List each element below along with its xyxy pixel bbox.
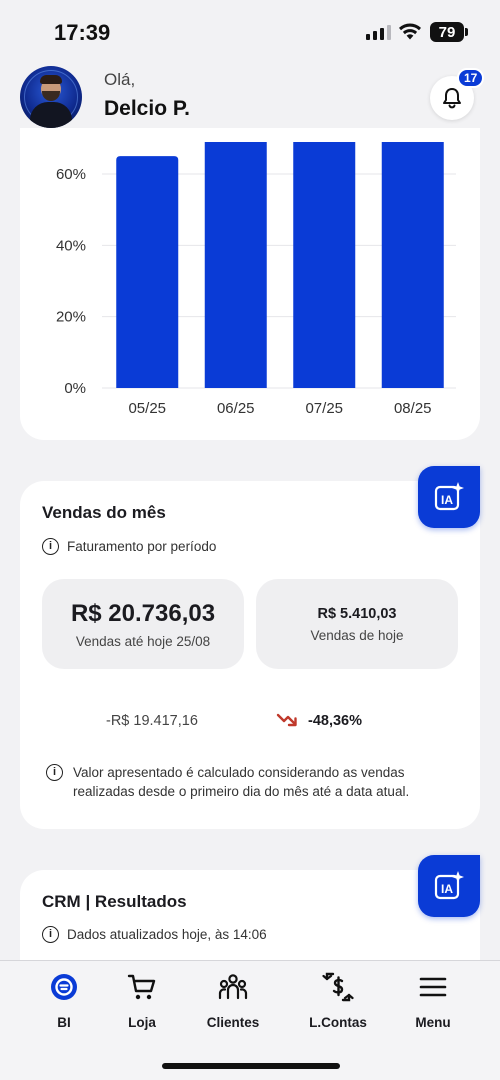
ledger-icon <box>322 972 354 1002</box>
difference-value: -R$ 19.417,16 <box>106 713 198 729</box>
today-sales-box[interactable]: R$ 5.410,03 Vendas de hoje <box>256 579 458 669</box>
y-tick-label: 60% <box>56 166 86 183</box>
crm-card-subtitle: Dados atualizados hoje, às 14:06 <box>67 927 267 942</box>
difference-percent: -48,36% <box>308 713 363 729</box>
x-tick-label: 08/25 <box>394 400 432 417</box>
bar[interactable] <box>381 142 444 388</box>
nav-item-clientes[interactable]: Clientes <box>188 971 278 1030</box>
nav-label: BI <box>57 1015 71 1030</box>
nav-item-menu[interactable]: Menu <box>388 971 478 1030</box>
bell-icon <box>443 88 461 109</box>
nav-item-loja[interactable]: Loja <box>97 971 187 1030</box>
people-icon <box>218 974 248 1000</box>
nav-label: L.Contas <box>309 1015 367 1030</box>
x-tick-label: 06/25 <box>217 400 255 417</box>
today-sales-label: Vendas de hoje <box>310 627 404 643</box>
month-sales-value: R$ 20.736,03 <box>70 599 216 627</box>
nav-label: Loja <box>128 1015 156 1030</box>
svg-text:IA: IA <box>441 493 453 507</box>
ai-sparkle-icon: IA <box>434 871 464 900</box>
sales-card-subtitle-row: i Faturamento por período <box>42 538 216 555</box>
sales-note-text: Valor apresentado é calculado consideran… <box>73 765 410 799</box>
status-bar: 17:39 79 <box>0 0 500 62</box>
nav-item-lcontas[interactable]: L.Contas <box>293 971 383 1030</box>
info-icon: i <box>42 538 59 555</box>
bottom-nav: BI Loja Clientes L.Contas Menu <box>0 960 500 1080</box>
today-sales-value: R$ 5.410,03 <box>317 605 397 622</box>
cart-icon <box>127 974 156 1000</box>
trend-down-icon <box>276 713 297 727</box>
status-time: 17:39 <box>54 20 111 45</box>
nav-item-bi[interactable]: BI <box>19 971 109 1030</box>
bar[interactable] <box>116 156 179 388</box>
ai-insights-button[interactable]: IA <box>418 855 480 917</box>
bar[interactable] <box>204 142 267 388</box>
sales-card-title: Vendas do mês <box>42 503 166 522</box>
y-tick-label: 0% <box>64 380 86 397</box>
greeting: Olá, <box>104 70 136 89</box>
ai-sparkle-icon: IA <box>434 482 464 511</box>
y-tick-label: 40% <box>56 237 86 254</box>
bi-icon <box>51 974 77 1000</box>
sales-note: i Valor apresentado é calculado consider… <box>46 763 466 801</box>
y-tick-label: 20% <box>56 309 86 326</box>
sales-card-subtitle: Faturamento por período <box>67 539 217 554</box>
ai-insights-button[interactable]: IA <box>418 466 480 528</box>
bar[interactable] <box>293 142 356 388</box>
month-sales-box[interactable]: R$ 20.736,03 Vendas até hoje 25/08 <box>42 579 244 669</box>
home-indicator <box>162 1063 340 1069</box>
x-tick-label: 07/25 <box>305 400 343 417</box>
sales-month-card: Vendas do mês i Faturamento por período … <box>20 481 480 829</box>
info-icon: i <box>42 926 59 943</box>
nav-label: Menu <box>415 1015 451 1030</box>
signal-icon <box>366 24 391 40</box>
sales-chart-card: 0% 20% 40% 60% 05/25 06/25 07/25 08/25 <box>20 128 480 440</box>
user-name: Delcio P. <box>104 97 190 120</box>
crm-card-subtitle-row: i Dados atualizados hoje, às 14:06 <box>42 926 267 943</box>
menu-icon <box>419 977 447 997</box>
month-sales-label: Vendas até hoje 25/08 <box>75 633 211 649</box>
svg-text:IA: IA <box>441 882 453 896</box>
info-icon: i <box>46 764 63 781</box>
nav-label: Clientes <box>206 1015 260 1030</box>
notification-badge: 17 <box>457 68 485 88</box>
avatar[interactable] <box>20 66 82 128</box>
crm-card-title: CRM | Resultados <box>42 892 187 911</box>
bar-chart: 0% 20% 40% 60% 05/25 06/25 07/25 08/25 <box>56 142 456 417</box>
battery-icon: 79 <box>430 22 468 42</box>
wifi-icon <box>399 23 421 40</box>
x-tick-label: 05/25 <box>128 400 166 417</box>
